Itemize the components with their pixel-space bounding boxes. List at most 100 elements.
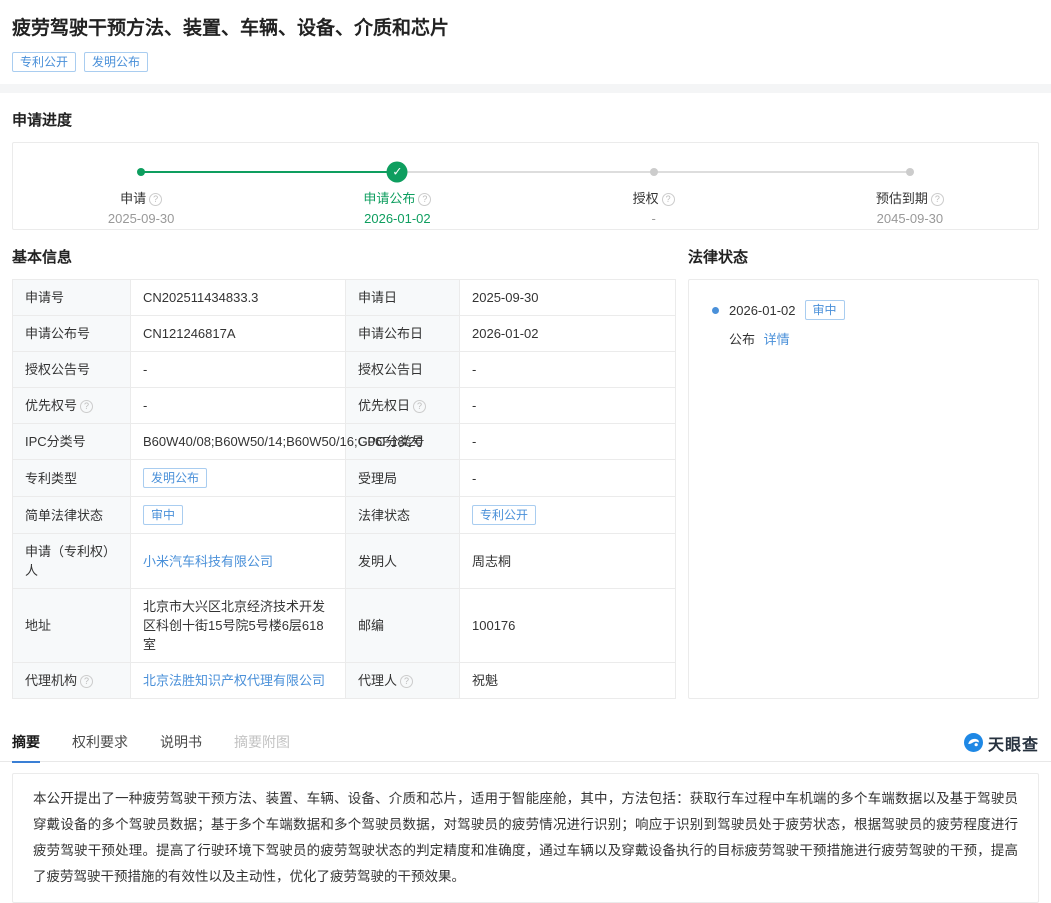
field-label: 代理机构 xyxy=(25,673,77,688)
field-label: 法律状态 xyxy=(346,497,460,534)
step-date: - xyxy=(526,211,782,226)
abstract-panel: 本公开提出了一种疲劳驾驶干预方法、装置、车辆、设备、介质和芯片，适用于智能座舱，… xyxy=(12,773,1039,903)
step-label: 申请 xyxy=(120,191,146,206)
field-value: CN121246817A xyxy=(131,316,346,352)
simple-legal-status-badge: 审中 xyxy=(143,505,183,525)
tianyancha-logo-icon xyxy=(964,733,983,752)
table-row: 申请公布号 CN121246817A 申请公布日 2026-01-02 xyxy=(13,316,676,352)
legal-status-action: 公布 xyxy=(729,332,755,347)
field-label: 简单法律状态 xyxy=(13,497,131,534)
field-label: 授权公告号 xyxy=(13,352,131,388)
patent-type-tag: 发明公布 xyxy=(84,52,148,72)
step-check-icon: ✓ xyxy=(387,162,408,183)
application-progress-timeline: 申请? 2025-09-30 ✓ 申请公布? 2026-01-02 授权? - … xyxy=(12,142,1039,230)
field-label: 优先权号 xyxy=(25,398,77,413)
timeline-step-application: 申请? 2025-09-30 xyxy=(13,143,269,229)
agency-link[interactable]: 北京法胜知识产权代理有限公司 xyxy=(143,673,325,688)
field-label: 授权公告日 xyxy=(346,352,460,388)
patent-status-tag: 专利公开 xyxy=(12,52,76,72)
table-row: 简单法律状态 审中 法律状态 专利公开 xyxy=(13,497,676,534)
field-label: 申请公布日 xyxy=(346,316,460,352)
basic-info-table: 申请号 CN202511434833.3 申请日 2025-09-30 申请公布… xyxy=(12,279,676,699)
bullet-dot-icon xyxy=(712,307,719,314)
patent-tag-row: 专利公开 发明公布 xyxy=(12,52,1039,72)
progress-heading: 申请进度 xyxy=(12,109,1039,130)
abstract-text: 本公开提出了一种疲劳驾驶干预方法、装置、车辆、设备、介质和芯片，适用于智能座舱，… xyxy=(33,791,1018,884)
field-value: 周志桐 xyxy=(460,534,676,589)
page-header: 疲劳驾驶干预方法、装置、车辆、设备、介质和芯片 专利公开 发明公布 xyxy=(0,0,1051,84)
field-value: 祝魁 xyxy=(460,663,676,699)
field-label: IPC分类号 xyxy=(13,424,131,460)
field-label: 申请号 xyxy=(13,280,131,316)
help-icon[interactable]: ? xyxy=(662,193,675,206)
legal-status-badge: 专利公开 xyxy=(472,505,536,525)
tab-claims[interactable]: 权利要求 xyxy=(72,724,128,762)
field-value: 2026-01-02 xyxy=(460,316,676,352)
help-icon[interactable]: ? xyxy=(80,400,93,413)
help-icon[interactable]: ? xyxy=(931,193,944,206)
field-value: 100176 xyxy=(460,589,676,663)
field-label: 代理人 xyxy=(358,673,397,688)
field-value: - xyxy=(460,352,676,388)
legal-status-heading: 法律状态 xyxy=(688,246,1039,267)
help-icon[interactable]: ? xyxy=(80,675,93,688)
applicant-link[interactable]: 小米汽车科技有限公司 xyxy=(143,554,273,569)
help-icon[interactable]: ? xyxy=(400,675,413,688)
tab-abstract-figure[interactable]: 摘要附图 xyxy=(234,724,290,762)
field-label: 受理局 xyxy=(346,460,460,497)
section-separator xyxy=(0,84,1051,93)
field-label: 发明人 xyxy=(346,534,460,589)
field-value: CN202511434833.3 xyxy=(131,280,346,316)
field-value: B60W40/08;B60W50/14;B60W50/16;G06F18/20 xyxy=(131,424,346,460)
table-row: 地址 北京市大兴区北京经济技术开发区科创十街15号院5号楼6层618室 邮编 1… xyxy=(13,589,676,663)
field-label: 邮编 xyxy=(346,589,460,663)
help-icon[interactable]: ? xyxy=(418,193,431,206)
step-pending-dot xyxy=(650,168,658,176)
legal-status-detail-link[interactable]: 详情 xyxy=(764,332,790,347)
step-pending-dot xyxy=(906,168,914,176)
timeline-step-estimated-expiry: 预估到期? 2045-09-30 xyxy=(782,143,1038,229)
table-row: 申请（专利权）人 小米汽车科技有限公司 发明人 周志桐 xyxy=(13,534,676,589)
field-value: - xyxy=(131,388,346,424)
field-label: 优先权日 xyxy=(358,398,410,413)
tianyancha-brand: 天眼查 xyxy=(964,731,1039,755)
legal-status-date: 2026-01-02 xyxy=(729,303,796,318)
patent-title: 疲劳驾驶干预方法、装置、车辆、设备、介质和芯片 xyxy=(12,16,1039,42)
step-date: 2025-09-30 xyxy=(13,211,269,226)
field-label: 申请日 xyxy=(346,280,460,316)
field-label: 专利类型 xyxy=(13,460,131,497)
legal-status-item-badge: 审中 xyxy=(805,300,845,320)
field-value: - xyxy=(460,460,676,497)
field-value: 2025-09-30 xyxy=(460,280,676,316)
field-label: 申请公布号 xyxy=(13,316,131,352)
field-value: - xyxy=(460,388,676,424)
basic-info-heading: 基本信息 xyxy=(12,246,675,267)
table-row: 代理机构? 北京法胜知识产权代理有限公司 代理人? 祝魁 xyxy=(13,663,676,699)
field-value: - xyxy=(460,424,676,460)
step-label: 授权 xyxy=(633,191,659,206)
field-value: 北京市大兴区北京经济技术开发区科创十街15号院5号楼6层618室 xyxy=(131,589,346,663)
step-label: 预估到期 xyxy=(876,191,928,206)
tab-abstract[interactable]: 摘要 xyxy=(12,724,40,762)
table-row: 授权公告号 - 授权公告日 - xyxy=(13,352,676,388)
help-icon[interactable]: ? xyxy=(149,193,162,206)
step-date: 2026-01-02 xyxy=(269,211,525,226)
help-icon[interactable]: ? xyxy=(413,400,426,413)
field-value: - xyxy=(131,352,346,388)
timeline-step-grant: 授权? - xyxy=(526,143,782,229)
brand-name: 天眼查 xyxy=(988,731,1039,755)
document-tabbar: 摘要 权利要求 说明书 摘要附图 天眼查 xyxy=(0,724,1051,762)
step-date: 2045-09-30 xyxy=(782,211,1038,226)
table-row: 申请号 CN202511434833.3 申请日 2025-09-30 xyxy=(13,280,676,316)
legal-status-item: 2026-01-02 审中 公布 详情 xyxy=(709,300,1018,348)
timeline-step-publication: ✓ 申请公布? 2026-01-02 xyxy=(269,143,525,229)
tab-description[interactable]: 说明书 xyxy=(160,724,202,762)
patent-type-badge: 发明公布 xyxy=(143,468,207,488)
table-row: IPC分类号 B60W40/08;B60W50/14;B60W50/16;G06… xyxy=(13,424,676,460)
table-row: 优先权号? - 优先权日? - xyxy=(13,388,676,424)
field-label: CPC分类号 xyxy=(346,424,460,460)
field-label: 地址 xyxy=(13,589,131,663)
step-done-dot xyxy=(137,168,145,176)
table-row: 专利类型 发明公布 受理局 - xyxy=(13,460,676,497)
legal-status-panel: 2026-01-02 审中 公布 详情 xyxy=(688,279,1039,699)
